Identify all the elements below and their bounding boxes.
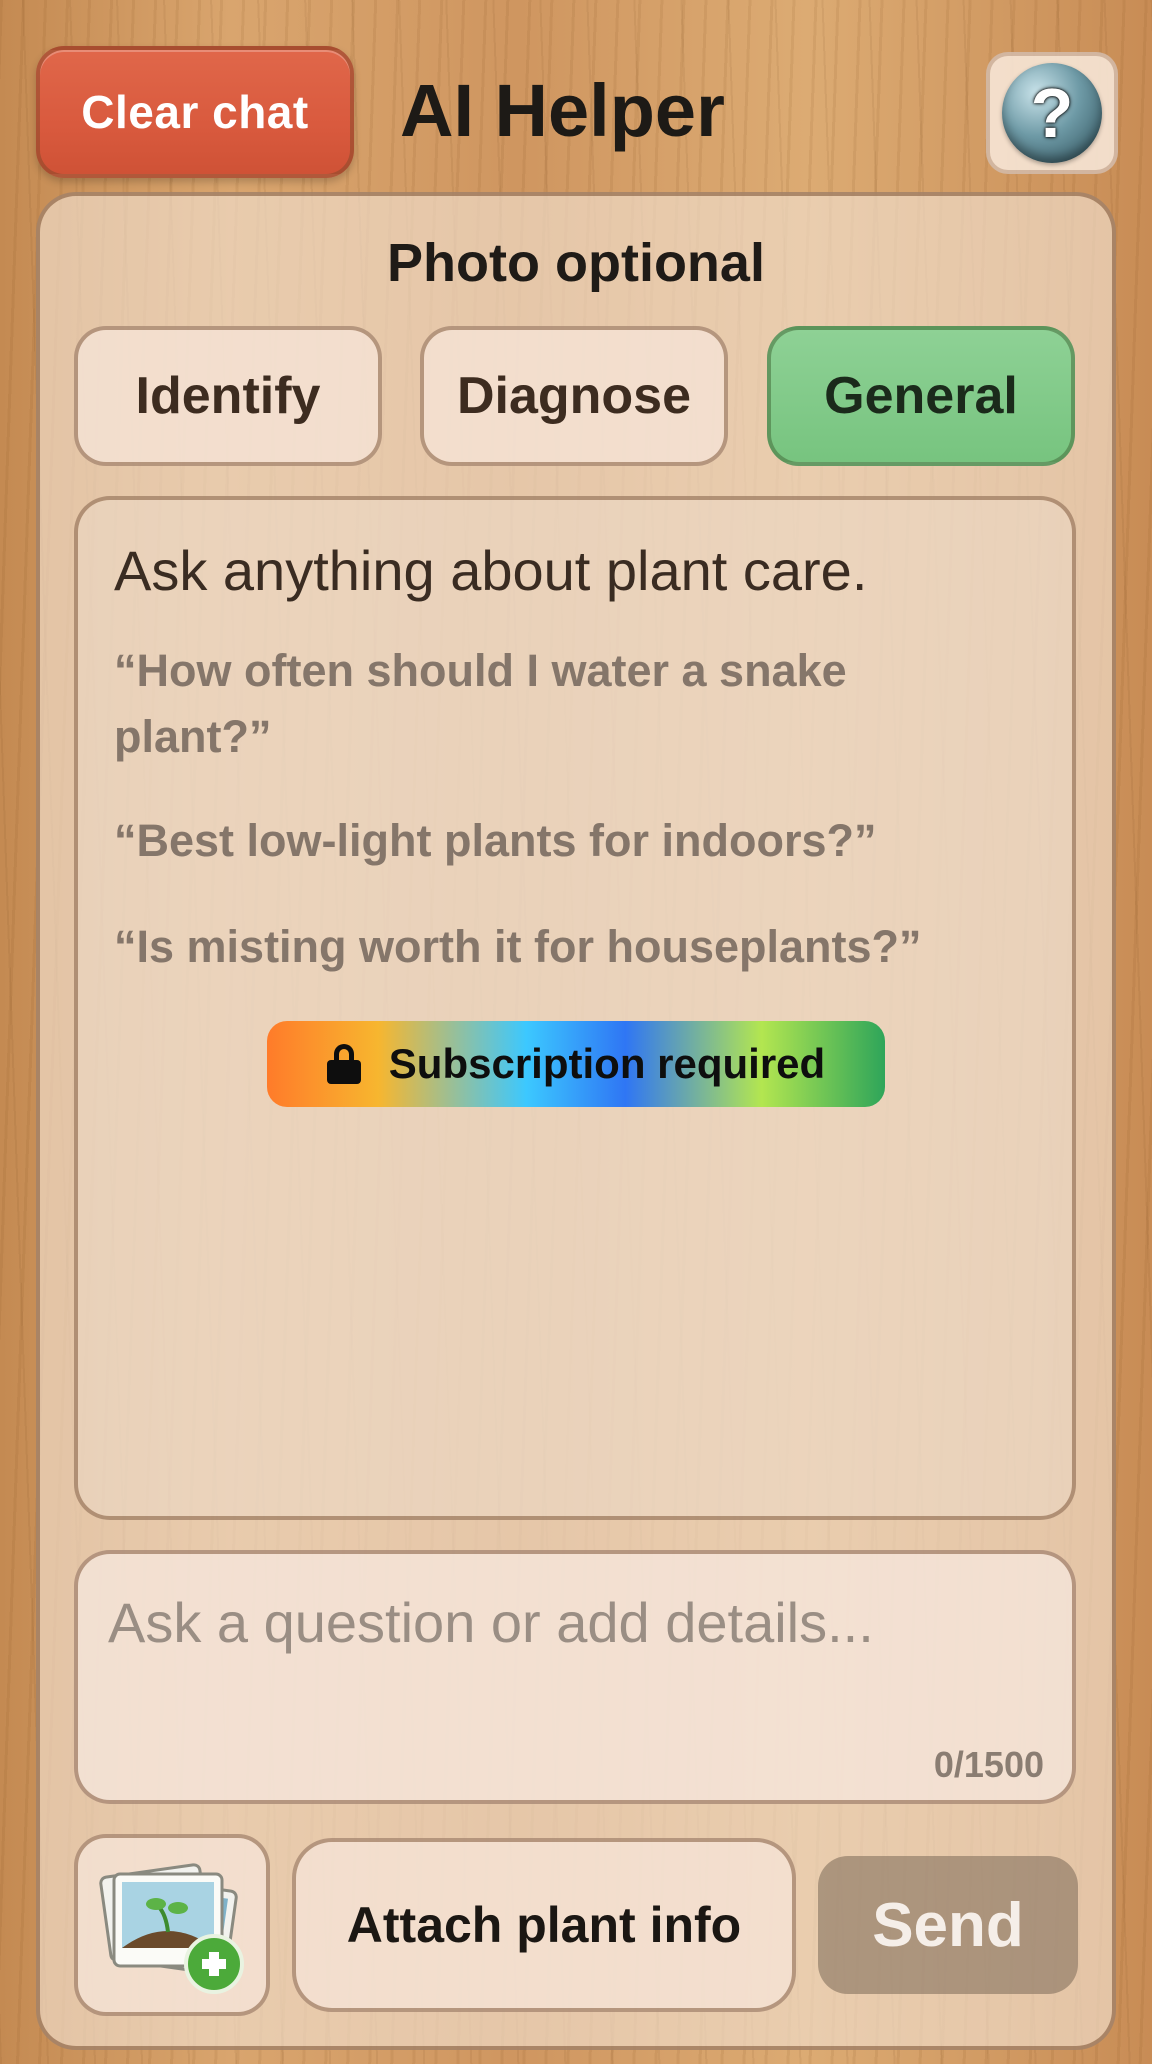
help-button[interactable]: ? [986, 52, 1118, 174]
mode-diagnose-button[interactable]: Diagnose [420, 326, 728, 466]
question-input-placeholder: Ask a question or add details... [108, 1591, 874, 1654]
send-button[interactable]: Send [818, 1856, 1078, 1994]
attach-plant-info-button[interactable]: Attach plant info [292, 1838, 796, 2012]
suggestion-misting[interactable]: “Is misting worth it for houseplants?” [114, 914, 1014, 980]
add-photo-icon [99, 1863, 244, 1994]
subscription-required-badge[interactable]: Subscription required [267, 1021, 885, 1107]
help-icon: ? [1002, 63, 1102, 163]
clear-chat-button[interactable]: Clear chat [36, 46, 354, 178]
add-photo-button[interactable] [74, 1834, 270, 2016]
suggestion-low-light[interactable]: “Best low-light plants for indoors?” [114, 808, 1014, 874]
char-counter: 0/1500 [933, 1744, 1044, 1785]
mode-identify-button[interactable]: Identify [74, 326, 382, 466]
photo-optional-label: Photo optional [387, 233, 765, 293]
mode-general-button[interactable]: General [767, 326, 1075, 466]
subscription-label: Subscription required [388, 1040, 826, 1087]
page-title: AI Helper [400, 69, 725, 152]
lock-icon [326, 1044, 361, 1084]
suggestion-snake-plant[interactable]: “How often should I water a snake plant?… [114, 638, 1014, 770]
question-input[interactable] [74, 1550, 1076, 1804]
chat-intro-text: Ask anything about plant care. [114, 539, 868, 602]
